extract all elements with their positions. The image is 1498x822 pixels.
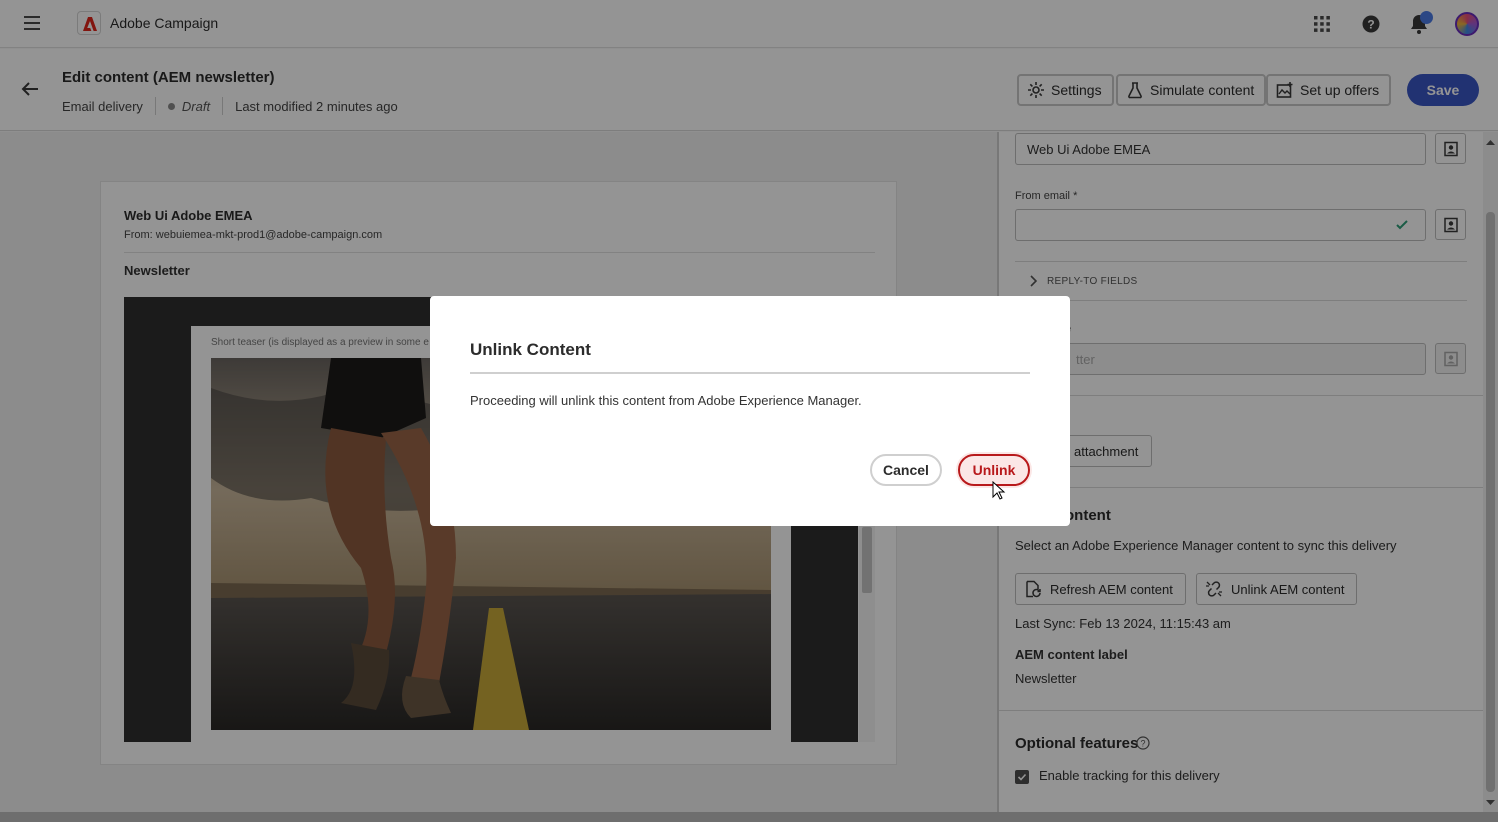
dialog-message: Proceeding will unlink this content from… bbox=[470, 393, 862, 408]
horizontal-scrollbar bbox=[0, 812, 1498, 822]
unlink-content-dialog: Unlink Content Proceeding will unlink th… bbox=[430, 296, 1070, 526]
dialog-divider bbox=[470, 372, 1030, 374]
cancel-button[interactable]: Cancel bbox=[870, 454, 942, 486]
dialog-title: Unlink Content bbox=[470, 340, 591, 359]
mouse-cursor-icon bbox=[992, 481, 1006, 500]
